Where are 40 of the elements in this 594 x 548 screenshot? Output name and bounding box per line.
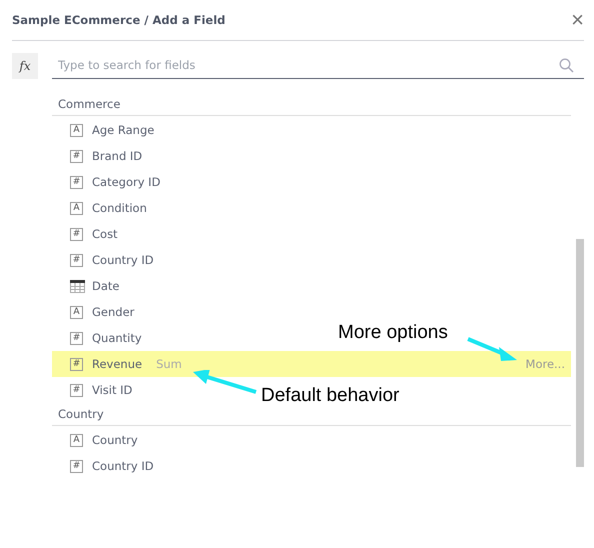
text-type-icon: A bbox=[70, 434, 83, 446]
close-button[interactable]: × bbox=[571, 9, 584, 31]
search-icon bbox=[559, 58, 574, 72]
field-item[interactable]: Cost bbox=[92, 227, 118, 241]
formula-button[interactable]: fx bbox=[12, 52, 38, 78]
aggregation-label: Sum bbox=[156, 357, 182, 371]
field-item[interactable]: Category ID bbox=[92, 175, 160, 189]
field-item[interactable]: Visit ID bbox=[92, 383, 132, 397]
number-type-icon: # bbox=[70, 332, 83, 344]
field-item[interactable]: Country ID bbox=[92, 253, 154, 267]
number-type-icon: # bbox=[70, 254, 83, 266]
number-type-icon: # bbox=[70, 460, 83, 472]
number-type-icon: # bbox=[70, 150, 83, 162]
dialog-title: Sample ECommerce / Add a Field bbox=[12, 13, 226, 27]
arrow bbox=[192, 370, 258, 394]
selected-field-row[interactable]: # Revenue Sum More... bbox=[52, 351, 571, 377]
field-item[interactable]: Revenue bbox=[92, 357, 142, 371]
calendar-icon bbox=[70, 280, 85, 292]
number-type-icon: # bbox=[70, 176, 83, 188]
field-item[interactable]: Gender bbox=[92, 305, 134, 319]
group-header: Country bbox=[52, 403, 571, 426]
search-field[interactable]: Type to search for fields bbox=[52, 52, 584, 79]
text-type-icon: A bbox=[70, 202, 83, 214]
group-header: Commerce bbox=[52, 93, 571, 116]
field-item[interactable]: Age Range bbox=[92, 123, 154, 137]
scrollbar[interactable] bbox=[576, 239, 584, 467]
search-input[interactable]: Type to search for fields bbox=[52, 58, 559, 72]
number-type-icon: # bbox=[70, 384, 83, 396]
arrow bbox=[466, 337, 518, 361]
field-item[interactable]: Brand ID bbox=[92, 149, 142, 163]
field-item[interactable]: Country ID bbox=[92, 459, 154, 473]
text-type-icon: A bbox=[70, 306, 83, 318]
number-type-icon: # bbox=[70, 358, 83, 370]
field-item[interactable]: Country bbox=[92, 433, 138, 447]
field-item[interactable]: Condition bbox=[92, 201, 147, 215]
text-type-icon: A bbox=[70, 124, 83, 136]
annotation-text: More options bbox=[338, 322, 448, 344]
field-item[interactable]: Quantity bbox=[92, 331, 142, 345]
number-type-icon: # bbox=[70, 228, 83, 240]
field-item[interactable]: Date bbox=[92, 279, 120, 293]
